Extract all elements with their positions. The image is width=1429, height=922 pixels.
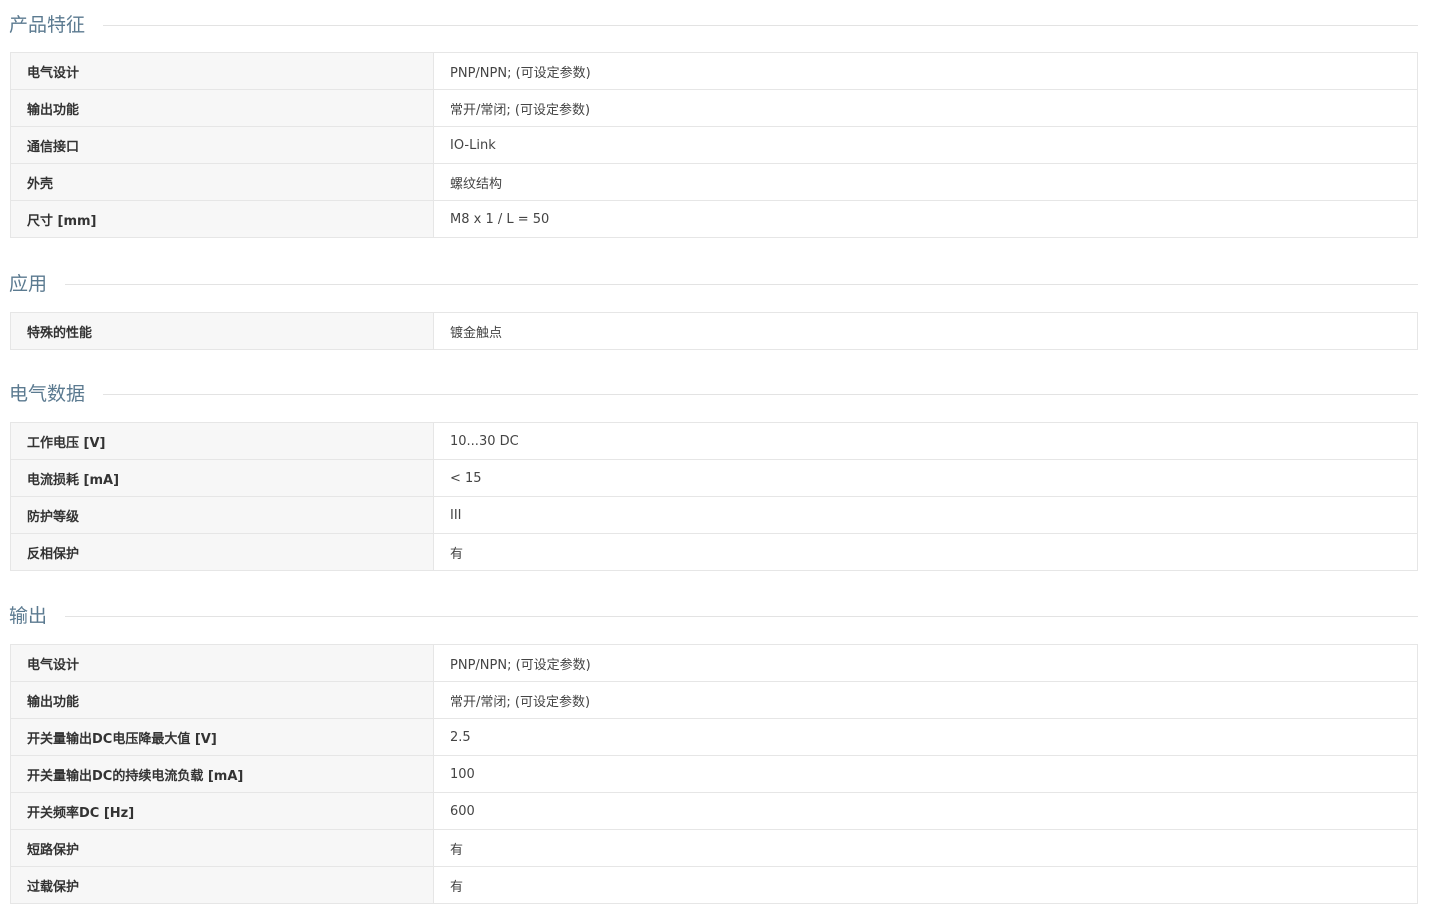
section-title: 输出 [9, 596, 66, 636]
table-row: 输出功能 常开/常闭; (可设定参数) [10, 681, 1418, 719]
table-row: 外壳 螺纹结构 [10, 163, 1418, 201]
spec-label: 短路保护 [10, 829, 434, 867]
spec-value: 有 [433, 866, 1418, 904]
spec-table: 电气设计 PNP/NPN; (可设定参数) 输出功能 常开/常闭; (可设定参数) … [10, 52, 1418, 238]
spec-label: 反相保护 [10, 533, 434, 571]
table-row: 防护等级 III [10, 496, 1418, 534]
table-row: 工作电压 [V] 10...30 DC [10, 422, 1418, 460]
spec-label: 电气设计 [10, 644, 434, 682]
spec-value: < 15 [433, 459, 1418, 497]
table-row: 过载保护有 [10, 866, 1418, 904]
spec-label: 通信接口 [10, 126, 434, 164]
section-header: 输出 [0, 596, 1429, 636]
spec-value: 镀金触点 [433, 312, 1418, 350]
spec-value: 常开/常闭; (可设定参数) [433, 89, 1418, 127]
spec-label: 尺寸 [mm] [10, 200, 434, 238]
spec-value: 常开/常闭; (可设定参数) [433, 681, 1418, 719]
spec-table: 电气设计 PNP/NPN; (可设定参数) 输出功能 常开/常闭; (可设定参数) … [10, 644, 1418, 904]
section-title: 产品特征 [9, 5, 104, 45]
spec-table: 工作电压 [V] 10...30 DC 电流损耗 [mA] < 15 防护等级 III… [10, 422, 1418, 571]
spec-label: 输出功能 [10, 681, 434, 719]
spec-label: 过载保护 [10, 866, 434, 904]
section-product-features: 产品特征 电气设计 PNP/NPN; (可设定参数) 输出功能 常开/常闭; (可设… [0, 5, 1429, 238]
spec-value: 100 [433, 755, 1418, 793]
spec-value: 有 [433, 829, 1418, 867]
spec-label: 工作电压 [V] [10, 422, 434, 460]
spec-value: 螺纹结构 [433, 163, 1418, 201]
section-title: 应用 [9, 264, 66, 304]
spec-value: PNP/NPN; (可设定参数) [433, 52, 1418, 90]
spec-value: M8 x 1 / L = 50 [433, 200, 1418, 238]
table-row: 开关量输出DC的持续电流负载 [mA] 100 [10, 755, 1418, 793]
spec-value: 10...30 DC [433, 422, 1418, 460]
spec-table: 特殊的性能 镀金触点 [10, 312, 1418, 350]
section-divider [9, 25, 1418, 26]
section-divider [9, 616, 1418, 617]
section-electrical-data: 电气数据 工作电压 [V] 10...30 DC 电流损耗 [mA] < 15 防护… [0, 374, 1429, 571]
table-row: 开关量输出DC电压降最大值 [V] 2.5 [10, 718, 1418, 756]
spec-label: 开关量输出DC的持续电流负载 [mA] [10, 755, 434, 793]
section-header: 产品特征 [0, 5, 1429, 45]
spec-label: 特殊的性能 [10, 312, 434, 350]
section-divider [9, 394, 1418, 395]
table-row: 尺寸 [mm] M8 x 1 / L = 50 [10, 200, 1418, 238]
spec-label: 电气设计 [10, 52, 434, 90]
table-row: 输出功能 常开/常闭; (可设定参数) [10, 89, 1418, 127]
spec-value: 2.5 [433, 718, 1418, 756]
spec-label: 输出功能 [10, 89, 434, 127]
table-row: 通信接口 IO-Link [10, 126, 1418, 164]
table-row: 短路保护有 [10, 829, 1418, 867]
section-title: 电气数据 [9, 374, 104, 414]
table-row: 特殊的性能 镀金触点 [10, 312, 1418, 350]
spec-label: 外壳 [10, 163, 434, 201]
section-output: 输出 电气设计 PNP/NPN; (可设定参数) 输出功能 常开/常闭; (可设定参… [0, 596, 1429, 904]
table-row: 电气设计 PNP/NPN; (可设定参数) [10, 644, 1418, 682]
spec-label: 防护等级 [10, 496, 434, 534]
spec-label: 开关量输出DC电压降最大值 [V] [10, 718, 434, 756]
spec-value: 有 [433, 533, 1418, 571]
table-row: 开关频率DC [Hz] 600 [10, 792, 1418, 830]
spec-value: IO-Link [433, 126, 1418, 164]
spec-label: 电流损耗 [mA] [10, 459, 434, 497]
table-row: 电气设计 PNP/NPN; (可设定参数) [10, 52, 1418, 90]
table-row: 电流损耗 [mA] < 15 [10, 459, 1418, 497]
spec-value: III [433, 496, 1418, 534]
spec-value: 600 [433, 792, 1418, 830]
section-application: 应用 特殊的性能 镀金触点 [0, 264, 1429, 350]
spec-value: PNP/NPN; (可设定参数) [433, 644, 1418, 682]
section-header: 应用 [0, 264, 1429, 304]
section-divider [9, 284, 1418, 285]
section-header: 电气数据 [0, 374, 1429, 414]
spec-label: 开关频率DC [Hz] [10, 792, 434, 830]
table-row: 反相保护有 [10, 533, 1418, 571]
